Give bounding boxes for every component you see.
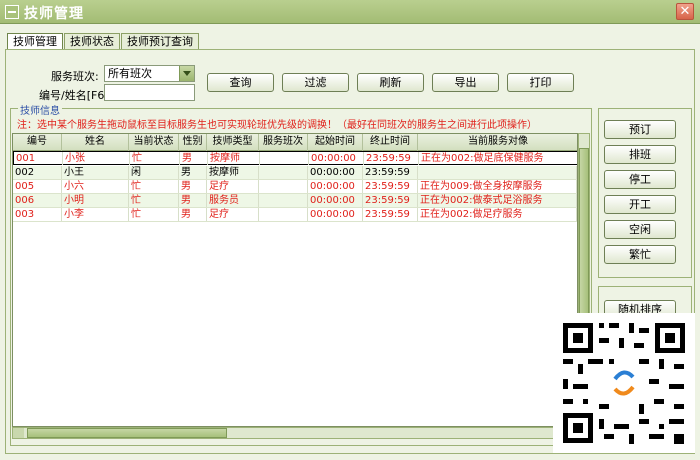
cell-name: 小王 — [62, 166, 129, 179]
qr-code — [553, 313, 695, 453]
drag-hint-note: 注：选中某个服务生拖动鼠标至目标服务生也可实现轮班优先级的调换！（最好在同班次的… — [17, 120, 537, 131]
query-button[interactable]: 查询 — [207, 73, 274, 92]
cell-id: 005 — [13, 180, 62, 193]
close-button[interactable]: ✕ — [676, 3, 694, 20]
cell-gender: 男 — [179, 180, 207, 193]
tab-reservation-query[interactable]: 技师预订查询 — [121, 33, 199, 50]
table-row[interactable]: 002 小王 闲 男 按摩师 00:00:00 23:59:59 — [13, 166, 577, 180]
cell-name: 小明 — [62, 194, 129, 207]
reserve-button[interactable]: 预订 — [604, 120, 676, 139]
col-header-name[interactable]: 姓名 — [62, 134, 129, 151]
title-bar: 技师管理 ✕ — [0, 0, 700, 24]
cell-start-time: 00:00:00 — [308, 180, 363, 193]
table-row[interactable]: 003 小李 忙 男 足疗 00:00:00 23:59:59 正在为002:做… — [13, 208, 577, 222]
cell-end-time: 23:59:59 — [363, 208, 418, 221]
col-header-end-time[interactable]: 终止时间 — [363, 134, 418, 151]
window-menu-icon[interactable] — [5, 5, 19, 19]
cell-type: 服务员 — [207, 194, 259, 207]
cell-current-service: 正在为002:做足底保健服务 — [419, 152, 577, 165]
tab-technician-status[interactable]: 技师状态 — [64, 33, 120, 50]
print-button[interactable]: 打印 — [507, 73, 574, 92]
col-header-type[interactable]: 技师类型 — [207, 134, 259, 151]
horizontal-scrollbar[interactable] — [12, 427, 578, 439]
horizontal-scroll-thumb[interactable] — [27, 428, 227, 438]
col-header-id[interactable]: 编号 — [13, 134, 62, 151]
cell-status: 忙 — [129, 208, 179, 221]
cell-end-time: 23:59:59 — [363, 166, 418, 179]
cell-current-service — [418, 166, 577, 179]
cell-current-service: 正在为002:做泰式足浴服务 — [418, 194, 577, 207]
chevron-down-icon[interactable] — [179, 66, 194, 81]
cell-status: 忙 — [130, 152, 180, 165]
filter-button[interactable]: 过滤 — [282, 73, 349, 92]
shift-label: 服务班次: — [51, 70, 99, 83]
cell-end-time: 23:59:59 — [364, 152, 419, 165]
schedule-button[interactable]: 排班 — [604, 145, 676, 164]
col-header-current-service[interactable]: 当前服务对像 — [418, 134, 577, 151]
cell-gender: 男 — [179, 208, 207, 221]
cell-status: 闲 — [129, 166, 179, 179]
cell-start-time: 00:00:00 — [308, 208, 363, 221]
cell-end-time: 23:59:59 — [363, 180, 418, 193]
set-idle-button[interactable]: 空闲 — [604, 220, 676, 239]
export-button[interactable]: 导出 — [432, 73, 499, 92]
table-row[interactable]: 001 小张 忙 男 按摩师 00:00:00 23:59:59 正在为002:… — [13, 151, 577, 165]
cell-gender: 男 — [179, 194, 207, 207]
qr-code-image — [553, 313, 695, 453]
shift-select-value: 所有班次 — [108, 67, 152, 80]
tab-strip: 技师管理 技师状态 技师预订查询 — [7, 33, 200, 51]
cell-name: 小张 — [63, 152, 130, 165]
cell-type: 足疗 — [207, 180, 259, 193]
table-row[interactable]: 006 小明 忙 男 服务员 00:00:00 23:59:59 正在为002:… — [13, 194, 577, 208]
cell-id: 002 — [13, 166, 62, 179]
cell-type: 按摩师 — [207, 166, 259, 179]
stop-work-button[interactable]: 停工 — [604, 170, 676, 189]
col-header-shift[interactable]: 服务班次 — [259, 134, 308, 151]
table-row[interactable]: 005 小六 忙 男 足疗 00:00:00 23:59:59 正在为009:做… — [13, 180, 577, 194]
cell-gender: 男 — [180, 152, 208, 165]
cell-start-time: 00:00:00 — [308, 166, 363, 179]
scroll-left-arrow-icon[interactable] — [13, 428, 24, 438]
technician-table: 编号 姓名 当前状态 性别 技师类型 服务班次 起始时间 终止时间 当前服务对像… — [12, 133, 578, 427]
cell-end-time: 23:59:59 — [363, 194, 418, 207]
cell-id: 001 — [14, 152, 63, 165]
cell-start-time: 00:00:00 — [309, 152, 364, 165]
set-busy-button[interactable]: 繁忙 — [604, 245, 676, 264]
col-header-start-time[interactable]: 起始时间 — [308, 134, 363, 151]
col-header-gender[interactable]: 性别 — [179, 134, 207, 151]
cell-shift — [259, 208, 308, 221]
cell-current-service: 正在为002:做足疗服务 — [418, 208, 577, 221]
cell-id: 003 — [13, 208, 62, 221]
cell-id: 006 — [13, 194, 62, 207]
refresh-button[interactable]: 刷新 — [357, 73, 424, 92]
shift-select[interactable]: 所有班次 — [104, 65, 195, 82]
cell-name: 小六 — [62, 180, 129, 193]
cell-status: 忙 — [129, 194, 179, 207]
group-title: 技师信息 — [18, 102, 62, 117]
col-header-status[interactable]: 当前状态 — [129, 134, 179, 151]
cell-name: 小李 — [62, 208, 129, 221]
cell-type: 按摩师 — [208, 152, 260, 165]
cell-status: 忙 — [129, 180, 179, 193]
id-name-input[interactable] — [104, 84, 195, 101]
cell-shift — [259, 166, 308, 179]
start-work-button[interactable]: 开工 — [604, 195, 676, 214]
id-name-label: 编号/姓名[F6]: — [39, 89, 113, 102]
cell-shift — [260, 152, 309, 165]
cell-shift — [259, 180, 308, 193]
cell-start-time: 00:00:00 — [308, 194, 363, 207]
window-title: 技师管理 — [24, 6, 84, 22]
cell-gender: 男 — [179, 166, 207, 179]
cell-shift — [259, 194, 308, 207]
table-header: 编号 姓名 当前状态 性别 技师类型 服务班次 起始时间 终止时间 当前服务对像 — [13, 134, 577, 151]
cell-current-service: 正在为009:做全身按摩服务 — [418, 180, 577, 193]
cell-type: 足疗 — [207, 208, 259, 221]
